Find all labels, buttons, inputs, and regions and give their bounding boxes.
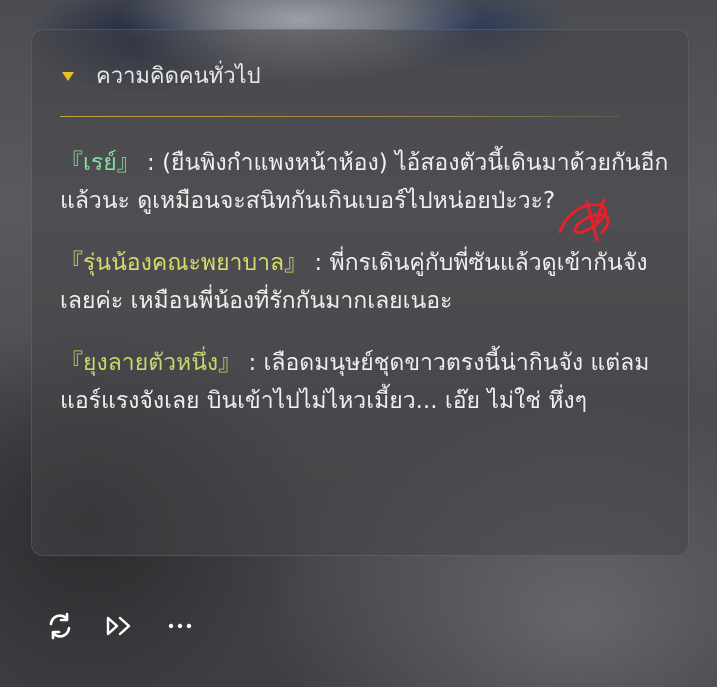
fast-forward-icon[interactable] — [104, 610, 136, 642]
speaker-name: 『เรย์』 — [60, 150, 140, 176]
speaker-name: 『ยุงลายตัวหนึ่ง』 — [60, 350, 242, 376]
thought-text: : (ยืนพิงกำแพงหน้าห้อง) ไอ้สองตัวนี้เดิน… — [60, 150, 669, 214]
speaker-name: 『รุ่นน้องคณะพยาบาล』 — [60, 250, 308, 276]
control-bar — [44, 610, 224, 642]
refresh-icon[interactable] — [44, 610, 76, 642]
thought-entry: 『รุ่นน้องคณะพยาบาล』 : พี่กรเดินคู่กับพี่… — [60, 244, 670, 320]
more-dots-icon[interactable] — [164, 610, 196, 642]
thought-list: 『เรย์』 : (ยืนพิงกำแพงหน้าห้อง) ไอ้สองตัว… — [60, 144, 670, 444]
collapse-triangle-icon[interactable] — [62, 72, 74, 81]
thought-entry: 『เรย์』 : (ยืนพิงกำแพงหน้าห้อง) ไอ้สองตัว… — [60, 144, 670, 220]
thought-entry: 『ยุงลายตัวหนึ่ง』 : เลือดมนุษย์ชุดขาวตรงน… — [60, 344, 670, 420]
panel-title: ความคิดคนทั่วไป — [96, 64, 261, 89]
thought-panel: ความคิดคนทั่วไป 『เรย์』 : (ยืนพิงกำแพงหน้… — [31, 29, 689, 556]
panel-header[interactable]: ความคิดคนทั่วไป — [62, 58, 261, 93]
header-divider — [60, 116, 620, 117]
